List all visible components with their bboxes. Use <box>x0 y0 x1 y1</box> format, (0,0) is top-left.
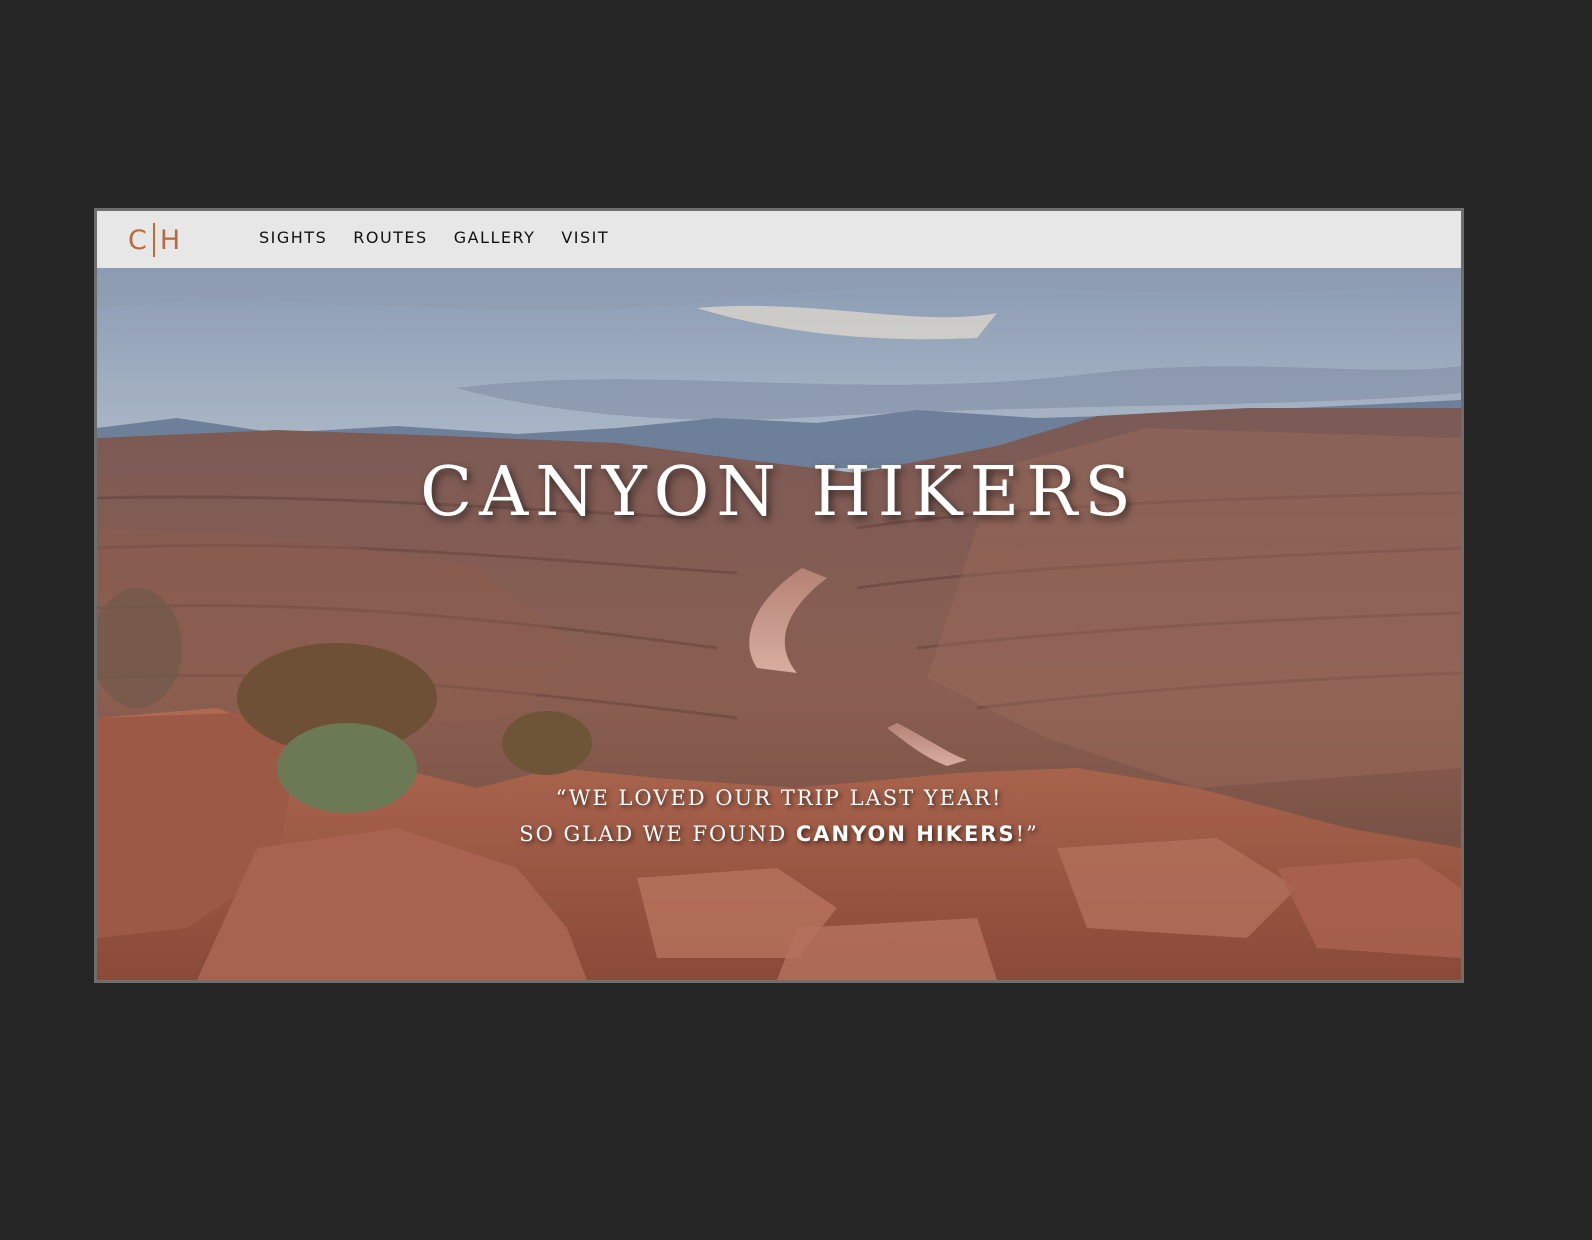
hero-section: CANYON HIKERS “WE LOVED OUR TRIP LAST YE… <box>97 268 1461 980</box>
main-nav: SIGHTS ROUTES GALLERY VISIT <box>259 228 609 247</box>
hero-canyon-image <box>97 268 1461 980</box>
nav-item-gallery[interactable]: GALLERY <box>454 228 536 247</box>
quote-line-2-suffix: !” <box>1015 822 1039 846</box>
quote-line-2: SO GLAD WE FOUND CANYON HIKERS!” <box>97 816 1461 852</box>
logo[interactable]: C H <box>128 223 181 257</box>
quote-brand-name: CANYON HIKERS <box>795 822 1016 846</box>
nav-item-routes[interactable]: ROUTES <box>353 228 427 247</box>
logo-letter-c: C <box>128 224 148 256</box>
hero-title: CANYON HIKERS <box>420 453 1138 532</box>
quote-line-1: “WE LOVED OUR TRIP LAST YEAR! <box>555 786 1003 810</box>
testimonial-quote: “WE LOVED OUR TRIP LAST YEAR! SO GLAD WE… <box>97 780 1461 852</box>
nav-item-sights[interactable]: SIGHTS <box>259 228 327 247</box>
nav-item-visit[interactable]: VISIT <box>561 228 609 247</box>
navbar: C H SIGHTS ROUTES GALLERY VISIT <box>97 211 1461 268</box>
quote-line-2-prefix: SO GLAD WE FOUND <box>519 822 796 846</box>
logo-letter-h: H <box>159 224 182 256</box>
browser-frame: C H SIGHTS ROUTES GALLERY VISIT CANYON H… <box>94 208 1464 983</box>
logo-divider <box>152 223 155 257</box>
